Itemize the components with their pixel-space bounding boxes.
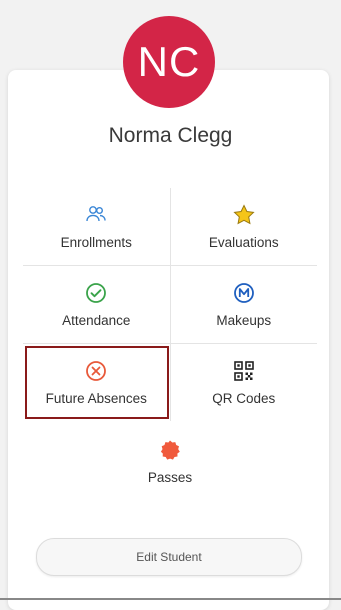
attendance-label: Attendance <box>62 313 131 328</box>
evaluations-button[interactable]: Evaluations <box>171 188 318 265</box>
makeups-button[interactable]: Makeups <box>171 266 318 343</box>
makeups-label: Makeups <box>216 313 272 328</box>
check-circle-icon <box>84 281 108 305</box>
attendance-button[interactable]: Attendance <box>23 266 171 343</box>
star-icon <box>232 203 256 227</box>
qr-codes-button[interactable]: QR Codes <box>171 344 318 421</box>
menu-row: Future Absences QR Codes <box>23 344 317 421</box>
evaluations-label: Evaluations <box>208 235 279 250</box>
qr-code-icon <box>232 359 256 383</box>
menu-grid: Enrollments Evaluations Attendance Makeu… <box>23 188 317 421</box>
student-name: Norma Clegg <box>108 124 233 147</box>
qr-codes-label: QR Codes <box>212 391 276 406</box>
menu-row: Attendance Makeups <box>23 266 317 344</box>
avatar-initials: NC <box>137 38 201 85</box>
makeup-m-icon <box>232 281 256 305</box>
menu-row: Enrollments Evaluations <box>23 188 317 266</box>
pass-badge-icon <box>158 438 182 462</box>
avatar: NC <box>123 16 215 108</box>
x-circle-icon <box>84 359 108 383</box>
future-absences-label: Future Absences <box>45 391 147 406</box>
edit-student-button[interactable]: Edit Student <box>36 538 302 576</box>
enrollments-button[interactable]: Enrollments <box>23 188 171 265</box>
passes-label: Passes <box>147 469 193 485</box>
future-absences-button[interactable]: Future Absences <box>23 344 171 421</box>
passes-button[interactable]: Passes <box>23 421 317 501</box>
enrollments-label: Enrollments <box>60 235 132 250</box>
people-icon <box>84 203 108 227</box>
